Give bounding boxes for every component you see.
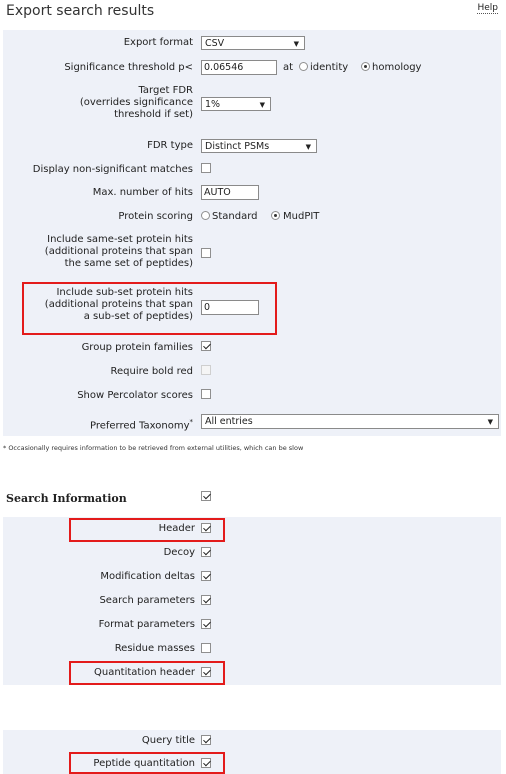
bold-red-checkbox[interactable] <box>201 365 211 376</box>
mudpit-radio[interactable] <box>271 210 280 221</box>
same-set-checkbox[interactable] <box>201 248 211 259</box>
group-families-checkbox[interactable] <box>201 341 211 352</box>
mudpit-label: MudPIT <box>283 211 320 222</box>
export-format-value: CSV <box>205 38 225 49</box>
modification-deltas-label: Modification deltas <box>100 571 195 582</box>
sub-set-highlight-box <box>22 282 277 335</box>
help-link[interactable]: Help <box>477 3 498 14</box>
target-fdr-label-line1: Target FDR <box>138 85 193 96</box>
max-hits-input[interactable]: AUTO <box>201 185 259 200</box>
taxonomy-row: Preferred Taxonomy* All entries ▼ <box>3 413 501 431</box>
taxonomy-select[interactable]: All entries ▼ <box>201 414 499 429</box>
target-fdr-row: Target FDR (overrides significance thres… <box>3 85 501 125</box>
percolator-label: Show Percolator scores <box>77 390 193 401</box>
non-significant-checkbox[interactable] <box>201 163 211 174</box>
residue-masses-checkbox[interactable] <box>201 643 211 654</box>
format-parameters-checkbox[interactable] <box>201 619 211 630</box>
format-parameters-label: Format parameters <box>98 619 195 630</box>
same-set-row: Include same-set protein hits (additiona… <box>3 234 501 276</box>
target-fdr-value: 1% <box>205 99 221 110</box>
search-info-item: Modification deltas <box>3 571 501 585</box>
identity-label: identity <box>310 62 349 73</box>
search-info-item: Search parameters <box>3 595 501 609</box>
group-families-row: Group protein families <box>3 340 501 356</box>
target-fdr-select[interactable]: 1% ▼ <box>201 97 271 111</box>
same-set-label-line3: the same set of peptides) <box>64 258 193 269</box>
chevron-down-icon: ▼ <box>259 101 265 109</box>
target-fdr-label: Target FDR (overrides significance thres… <box>80 85 193 121</box>
residue-masses-label: Residue masses <box>114 643 195 654</box>
decoy-label: Decoy <box>163 547 195 558</box>
page-title: Export search results <box>6 3 155 19</box>
protein-scoring-label: Protein scoring <box>118 211 193 222</box>
search-parameters-checkbox[interactable] <box>201 595 211 606</box>
chevron-down-icon: ▼ <box>305 143 311 151</box>
percolator-row: Show Percolator scores <box>3 388 501 404</box>
search-information-panel: Header Decoy Modification deltas Search … <box>3 517 501 685</box>
bold-red-row: Require bold red <box>3 364 501 380</box>
taxonomy-label-text: Preferred Taxonomy <box>89 420 190 432</box>
standard-radio[interactable] <box>201 210 210 221</box>
chevron-down-icon: ▼ <box>487 418 493 426</box>
significance-at-label: at <box>283 62 294 73</box>
query-info-item: Query title <box>3 735 501 749</box>
same-set-label-line2: (additional proteins that span <box>44 246 193 257</box>
chevron-down-icon: ▼ <box>293 40 299 48</box>
homology-label: homology <box>372 62 422 73</box>
taxonomy-footnote-star: * <box>189 418 194 426</box>
same-set-label-line1: Include same-set protein hits <box>47 234 193 245</box>
non-significant-label: Display non-significant matches <box>32 164 193 175</box>
identity-radio[interactable] <box>299 61 308 72</box>
non-significant-row: Display non-significant matches <box>3 162 501 178</box>
search-info-item: Decoy <box>3 547 501 561</box>
taxonomy-value: All entries <box>205 416 253 427</box>
protein-scoring-row: Protein scoring Standard MudPIT <box>3 209 501 225</box>
significance-label: Significance threshold p< <box>64 62 193 73</box>
header-highlight-box <box>69 518 225 542</box>
export-format-select[interactable]: CSV ▼ <box>201 36 305 50</box>
search-information-checkbox[interactable] <box>201 491 211 502</box>
modification-deltas-checkbox[interactable] <box>201 571 211 582</box>
quantitation-header-highlight-box <box>69 661 225 685</box>
fdr-type-row: FDR type Distinct PSMs ▼ <box>3 138 501 154</box>
max-hits-label: Max. number of hits <box>92 187 193 198</box>
same-set-label: Include same-set protein hits (additiona… <box>45 234 193 270</box>
query-title-label: Query title <box>141 735 195 746</box>
search-info-item: Format parameters <box>3 619 501 633</box>
fdr-type-select[interactable]: Distinct PSMs ▼ <box>201 139 317 153</box>
footnote: * Occasionally requires information to b… <box>3 444 304 452</box>
significance-row: Significance threshold p< 0.06546 at ide… <box>3 60 501 76</box>
search-info-item: Residue masses <box>3 643 501 657</box>
percolator-checkbox[interactable] <box>201 389 211 400</box>
max-hits-row: Max. number of hits AUTO <box>3 185 501 201</box>
target-fdr-label-line3: threshold if set) <box>114 109 193 120</box>
fdr-type-label: FDR type <box>147 140 193 151</box>
search-parameters-label: Search parameters <box>99 595 195 606</box>
bold-red-label: Require bold red <box>110 366 194 377</box>
query-title-checkbox[interactable] <box>201 735 211 746</box>
group-families-label: Group protein families <box>81 342 193 353</box>
target-fdr-label-line2: (overrides significance <box>79 97 193 108</box>
significance-input[interactable]: 0.06546 <box>201 60 277 75</box>
homology-radio[interactable] <box>361 61 370 72</box>
standard-label: Standard <box>212 211 258 222</box>
search-information-heading: Search Information <box>6 492 127 505</box>
export-options-panel: Export format CSV ▼ Significance thresho… <box>3 30 501 436</box>
decoy-checkbox[interactable] <box>201 547 211 558</box>
export-format-label: Export format <box>123 37 193 48</box>
taxonomy-label: Preferred Taxonomy* <box>90 416 193 432</box>
peptide-quantitation-highlight-box <box>69 752 225 774</box>
fdr-type-value: Distinct PSMs <box>205 141 270 152</box>
export-format-row: Export format CSV ▼ <box>3 35 501 51</box>
